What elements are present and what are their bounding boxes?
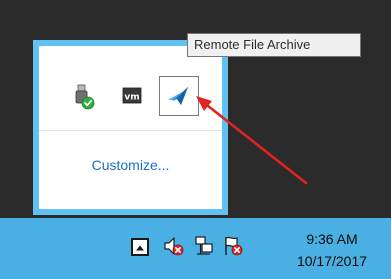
taskbar: 9:36 AM 10/17/2017 [0,218,391,279]
taskbar-clock[interactable]: 9:36 AM 10/17/2017 [282,228,382,272]
network-icon[interactable] [193,234,215,262]
show-hidden-icons-button[interactable] [131,238,149,256]
volume-muted-icon[interactable] [163,234,185,262]
action-center-flag-icon[interactable] [222,234,244,262]
clock-time: 9:36 AM [306,231,358,247]
clock-date: 10/17/2017 [296,253,368,269]
